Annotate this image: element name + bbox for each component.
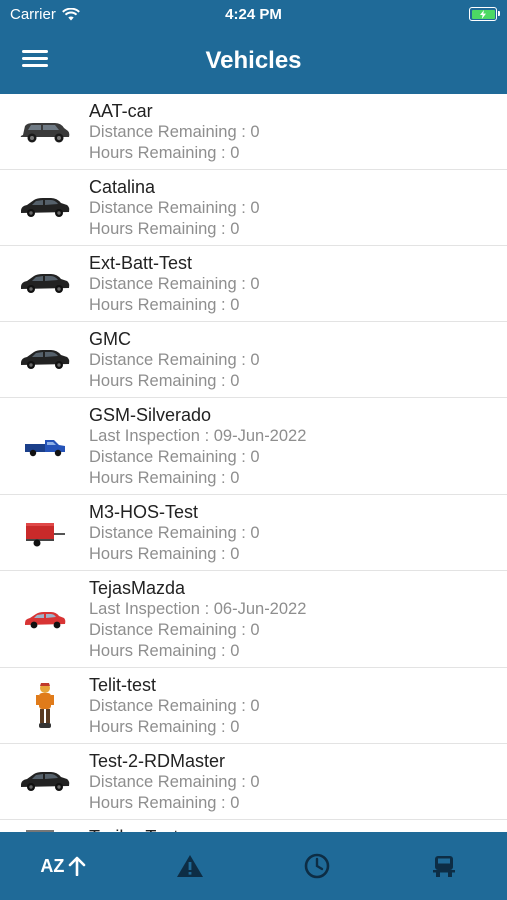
status-left: Carrier (10, 6, 80, 23)
alert-triangle-icon (177, 855, 204, 877)
vehicle-row[interactable]: Telit-test Distance Remaining : 0 Hours Re… (0, 668, 507, 744)
vehicle-info: GMC Distance Remaining : 0 Hours Remaining… (89, 328, 507, 392)
vehicle-detail: Distance Remaining : 0 (89, 621, 260, 639)
charging-bolt-icon (480, 9, 486, 19)
vehicle-name: Catalina (89, 177, 156, 197)
vehicle-name: AAT-car (89, 101, 153, 121)
app-header: Vehicles (0, 28, 507, 94)
vehicle-name: Ext-Batt-Test (89, 253, 193, 273)
vehicle-detail: Hours Remaining : 0 (89, 296, 240, 314)
vehicle-info: GSM-Silverado Last Inspection : 09-Jun-20… (89, 404, 507, 489)
arrow-up-icon (69, 856, 86, 876)
vehicle-row[interactable]: Test-2-RDMaster Distance Remaining : 0 Hou… (0, 744, 507, 820)
vehicle-info: Catalina Distance Remaining : 0 Hours Rema… (89, 176, 507, 240)
red-car-icon (0, 577, 89, 662)
vehicle-detail: Distance Remaining : 0 (89, 351, 260, 369)
vehicle-detail: Distance Remaining : 0 (89, 773, 260, 791)
vehicle-name: GMC (89, 329, 131, 349)
vehicle-info: Telit-test Distance Remaining : 0 Hours Re… (89, 674, 507, 738)
vehicle-row[interactable]: GSM-Silverado Last Inspection : 09-Jun-20… (0, 398, 507, 495)
dark-car-icon (0, 750, 89, 814)
vehicle-detail: Last Inspection : 06-Jun-2022 (89, 600, 307, 618)
vehicle-detail: Hours Remaining : 0 (89, 794, 240, 812)
vehicle-detail: Hours Remaining : 0 (89, 372, 240, 390)
vehicle-icon (432, 856, 455, 877)
battery-icon (469, 7, 500, 21)
vehicle-detail: Hours Remaining : 0 (89, 718, 240, 736)
vehicle-row[interactable]: Ext-Batt-Test Distance Remaining : 0 Hours… (0, 246, 507, 322)
sort-az-button[interactable]: AZ (23, 841, 103, 891)
vehicle-detail: Hours Remaining : 0 (89, 642, 240, 660)
sort-az-label: AZ (40, 855, 65, 876)
vehicle-row[interactable]: Catalina Distance Remaining : 0 Hours Rema… (0, 170, 507, 246)
dark-car-icon (0, 176, 89, 240)
person-figure-icon (0, 674, 89, 738)
vehicle-info: TejasMazda Last Inspection : 06-Jun-2022 D… (89, 577, 507, 662)
status-bar: Carrier 4:24 PM (0, 0, 507, 28)
vehicle-row[interactable]: TejasMazda Last Inspection : 06-Jun-2022 D… (0, 571, 507, 668)
dark-car-icon (0, 252, 89, 316)
red-trailer-icon (0, 501, 89, 565)
dark-suv-icon (0, 100, 89, 164)
vehicle-row[interactable]: Trailer-Test (0, 820, 507, 832)
history-tab[interactable] (277, 841, 357, 891)
vehicle-info: M3-HOS-Test Distance Remaining : 0 Hours R… (89, 501, 507, 565)
wifi-icon (61, 7, 80, 20)
vehicle-name: TejasMazda (89, 578, 186, 598)
vehicle-detail: Distance Remaining : 0 (89, 524, 260, 542)
vehicle-detail: Distance Remaining : 0 (89, 275, 260, 293)
vehicle-name: M3-HOS-Test (89, 502, 199, 522)
vehicle-detail: Hours Remaining : 0 (89, 545, 240, 563)
vehicle-info: Test-2-RDMaster Distance Remaining : 0 Hou… (89, 750, 507, 814)
vehicle-detail: Hours Remaining : 0 (89, 144, 240, 162)
vehicle-detail: Distance Remaining : 0 (89, 199, 260, 217)
bottom-tab-bar: AZ (0, 832, 507, 900)
vehicle-info: Ext-Batt-Test Distance Remaining : 0 Hours… (89, 252, 507, 316)
hamburger-menu-icon[interactable] (22, 50, 48, 72)
vehicle-detail: Hours Remaining : 0 (89, 220, 240, 238)
vehicle-detail: Last Inspection : 09-Jun-2022 (89, 427, 307, 445)
vehicle-detail: Distance Remaining : 0 (89, 697, 260, 715)
carrier-label: Carrier (10, 5, 56, 23)
vehicle-list[interactable]: AAT-car Distance Remaining : 0 Hours Remai… (0, 94, 507, 832)
vehicle-name: GSM-Silverado (89, 405, 212, 425)
vehicle-detail: Distance Remaining : 0 (89, 123, 260, 141)
page-title: Vehicles (205, 47, 302, 74)
clock-icon (304, 853, 330, 879)
alerts-tab[interactable] (150, 841, 230, 891)
vehicle-detail: Distance Remaining : 0 (89, 448, 260, 466)
vehicle-info: AAT-car Distance Remaining : 0 Hours Remai… (89, 100, 507, 164)
vehicle-detail: Hours Remaining : 0 (89, 469, 240, 487)
vehicle-name: Test-2-RDMaster (89, 751, 226, 771)
vehicle-name: Telit-test (89, 675, 157, 695)
vehicle-row[interactable]: GMC Distance Remaining : 0 Hours Remaining… (0, 322, 507, 398)
vehicle-row[interactable]: M3-HOS-Test Distance Remaining : 0 Hours R… (0, 495, 507, 571)
vehicle-row[interactable]: AAT-car Distance Remaining : 0 Hours Remai… (0, 94, 507, 170)
vehicles-tab[interactable] (404, 841, 484, 891)
dark-car-icon (0, 328, 89, 392)
blue-pickup-truck-icon (0, 404, 89, 489)
